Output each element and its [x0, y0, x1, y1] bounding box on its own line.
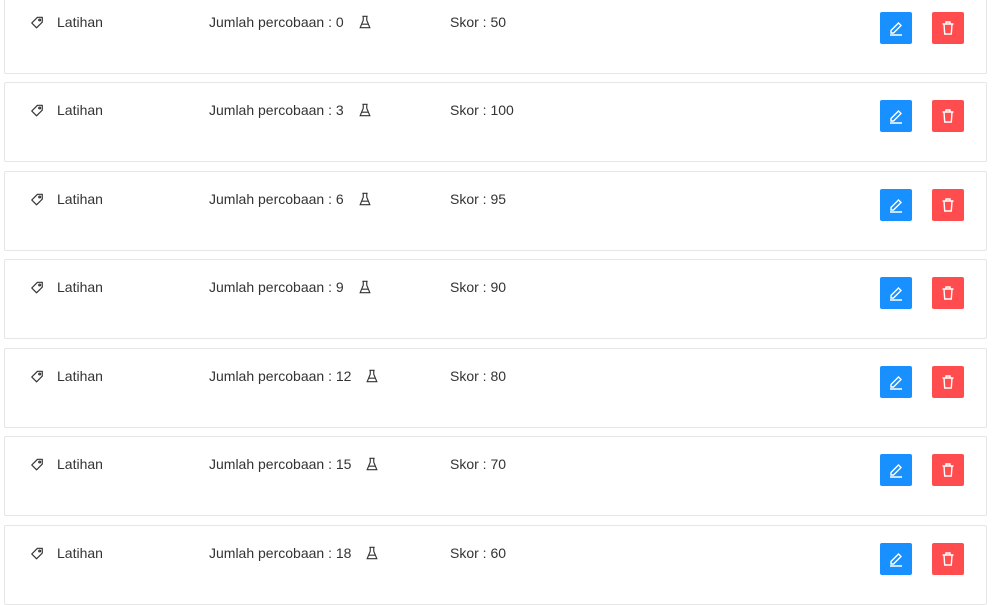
delete-icon [942, 198, 954, 212]
tag-icon [31, 281, 43, 294]
edit-button[interactable] [880, 543, 912, 575]
item-type: Latihan [57, 279, 103, 295]
delete-icon [942, 552, 954, 566]
delete-button[interactable] [932, 454, 964, 486]
list-item: Latihan Jumlah percobaan : 15 Skor : 70 [4, 436, 987, 516]
edit-icon [890, 287, 902, 301]
edit-button[interactable] [880, 277, 912, 309]
score: Skor : 70 [450, 456, 507, 472]
attempt-count: Jumlah percobaan : 0 [209, 14, 372, 30]
delete-button[interactable] [932, 277, 964, 309]
attempt-count: Jumlah percobaan : 9 [209, 279, 372, 295]
tag-icon [31, 193, 43, 206]
item-type: Latihan [57, 368, 103, 384]
edit-icon [890, 376, 902, 390]
attempt-count: Jumlah percobaan : 18 [209, 545, 379, 561]
attempt-count: Jumlah percobaan : 3 [209, 102, 372, 118]
item-type: Latihan [57, 102, 103, 118]
flask-icon [358, 192, 371, 206]
score: Skor : 50 [450, 14, 507, 30]
delete-button[interactable] [932, 366, 964, 398]
list-item: Latihan Jumlah percobaan : 6 Skor : 95 [4, 171, 987, 251]
score: Skor : 90 [450, 279, 507, 295]
list-item: Latihan Jumlah percobaan : 18 Skor : 60 [4, 525, 987, 605]
edit-icon [890, 110, 902, 124]
edit-button[interactable] [880, 100, 912, 132]
flask-icon [358, 280, 371, 294]
edit-icon [890, 22, 902, 36]
tag-icon [31, 16, 43, 29]
edit-button[interactable] [880, 366, 912, 398]
delete-icon [942, 463, 954, 477]
delete-button[interactable] [932, 12, 964, 44]
score: Skor : 95 [450, 191, 507, 207]
delete-icon [942, 109, 954, 123]
edit-icon [890, 464, 902, 478]
edit-button[interactable] [880, 189, 912, 221]
list-item: Latihan Jumlah percobaan : 9 Skor : 90 [4, 259, 987, 339]
tag-icon [31, 370, 43, 383]
flask-icon [366, 369, 379, 383]
item-type: Latihan [57, 456, 103, 472]
flask-icon [366, 546, 379, 560]
flask-icon [358, 103, 371, 117]
delete-icon [942, 375, 954, 389]
score: Skor : 100 [450, 102, 514, 118]
attempt-count: Jumlah percobaan : 6 [209, 191, 372, 207]
list-item: Latihan Jumlah percobaan : 12 Skor : 80 [4, 348, 987, 428]
tag-icon [31, 104, 43, 117]
item-type: Latihan [57, 14, 103, 30]
edit-button[interactable] [880, 454, 912, 486]
edit-icon [890, 553, 902, 567]
tag-icon [31, 458, 43, 471]
delete-button[interactable] [932, 100, 964, 132]
item-type: Latihan [57, 545, 103, 561]
flask-icon [358, 15, 371, 29]
score: Skor : 80 [450, 368, 507, 384]
score: Skor : 60 [450, 545, 507, 561]
delete-icon [942, 21, 954, 35]
delete-icon [942, 286, 954, 300]
attempt-count: Jumlah percobaan : 15 [209, 456, 379, 472]
flask-icon [366, 457, 379, 471]
attempt-count: Jumlah percobaan : 12 [209, 368, 379, 384]
edit-button[interactable] [880, 12, 912, 44]
tag-icon [31, 547, 43, 560]
edit-icon [890, 199, 902, 213]
delete-button[interactable] [932, 189, 964, 221]
list-item: Latihan Jumlah percobaan : 3 Skor : 100 [4, 82, 987, 162]
item-type: Latihan [57, 191, 103, 207]
delete-button[interactable] [932, 543, 964, 575]
list-item: Latihan Jumlah percobaan : 0 Skor : 50 [4, 0, 987, 74]
